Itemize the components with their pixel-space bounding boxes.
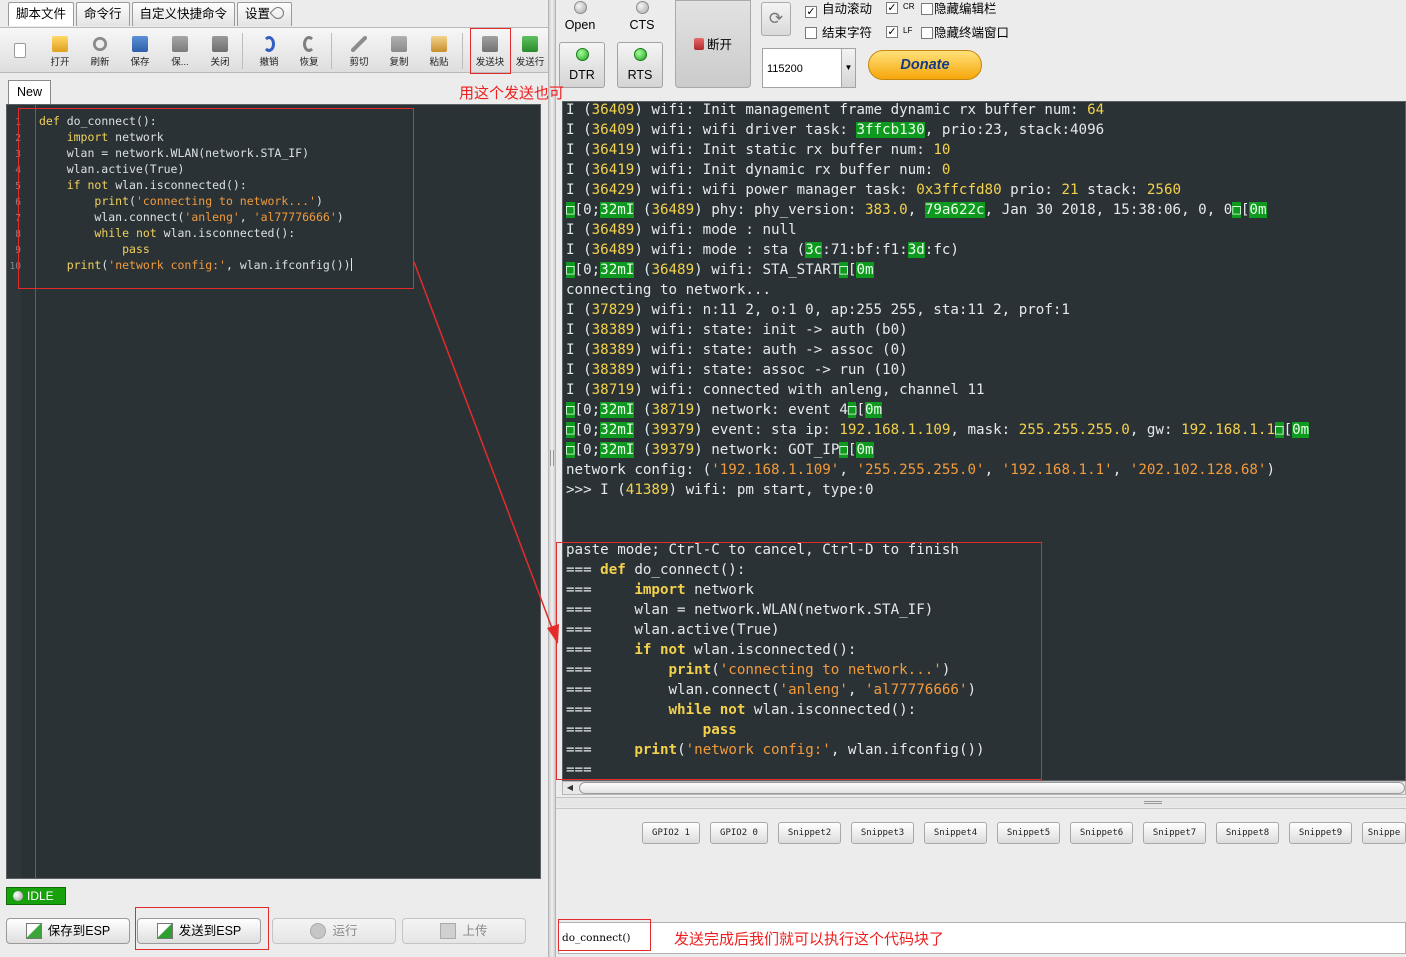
annotation-arrow <box>413 261 559 644</box>
arrow-head <box>547 624 559 644</box>
arrow-line <box>413 261 556 637</box>
